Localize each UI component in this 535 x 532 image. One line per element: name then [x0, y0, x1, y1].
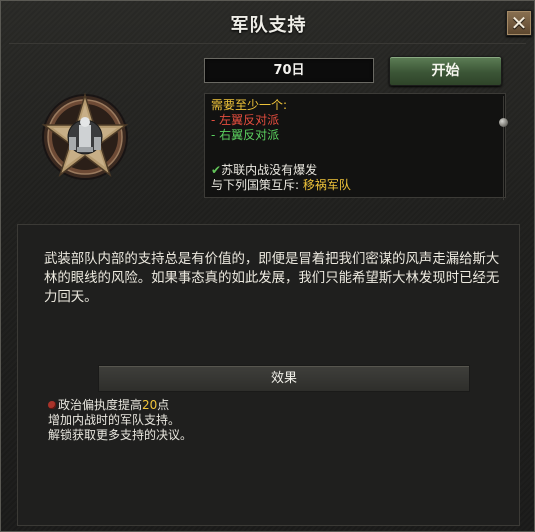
duration-display: 70日	[204, 58, 374, 83]
focus-medal-icon	[41, 92, 129, 180]
exclusive-focus-link[interactable]: 移祸军队	[303, 178, 351, 192]
paranoia-icon	[48, 401, 56, 409]
description-panel: 武装部队内部的支持总是有价值的，即便是冒着把我们密谋的风声走漏给斯大林的眼线的风…	[17, 224, 520, 526]
title-divider	[9, 43, 526, 44]
mutually-exclusive: 与下列国策互斥: 移祸军队	[211, 178, 351, 192]
effects-header: 效果	[98, 365, 470, 392]
requirements-scrollbar[interactable]	[496, 96, 510, 200]
requirement-civil-war: ✔苏联内战没有爆发	[211, 163, 318, 177]
close-button[interactable]: ✕	[506, 10, 532, 36]
focus-description: 武装部队内部的支持总是有价值的，即便是冒着把我们密谋的风声走漏给斯大林的眼线的风…	[44, 252, 500, 305]
requirement-right-faction: - 右翼反对派	[211, 128, 280, 142]
requirements-box: 需要至少一个: - 左翼反对派 - 右翼反对派 ✔苏联内战没有爆发 与下列国策互…	[204, 93, 506, 198]
window-title: 军队支持	[230, 15, 307, 36]
focus-window: 军队支持 ✕ 70日 开始 需要至少一个: - 左翼反对派 - 右翼反对派 ✔苏…	[0, 0, 535, 532]
requirement-left-faction: - 左翼反对派	[211, 113, 280, 127]
effects-list: 政治偏执度提高20点 增加内战时的军队支持。 解锁获取更多支持的决议。	[48, 398, 192, 443]
scroll-knob[interactable]	[499, 118, 508, 127]
requirements-header: 需要至少一个:	[211, 98, 288, 112]
close-icon: ✕	[510, 11, 528, 35]
effect-paranoia: 政治偏执度提高20点	[48, 398, 192, 413]
checkmark-icon: ✔	[211, 163, 222, 177]
effect-army-support: 增加内战时的军队支持。	[48, 413, 181, 427]
effect-unlock-decisions: 解锁获取更多支持的决议。	[48, 428, 193, 442]
start-button[interactable]: 开始	[389, 56, 502, 86]
